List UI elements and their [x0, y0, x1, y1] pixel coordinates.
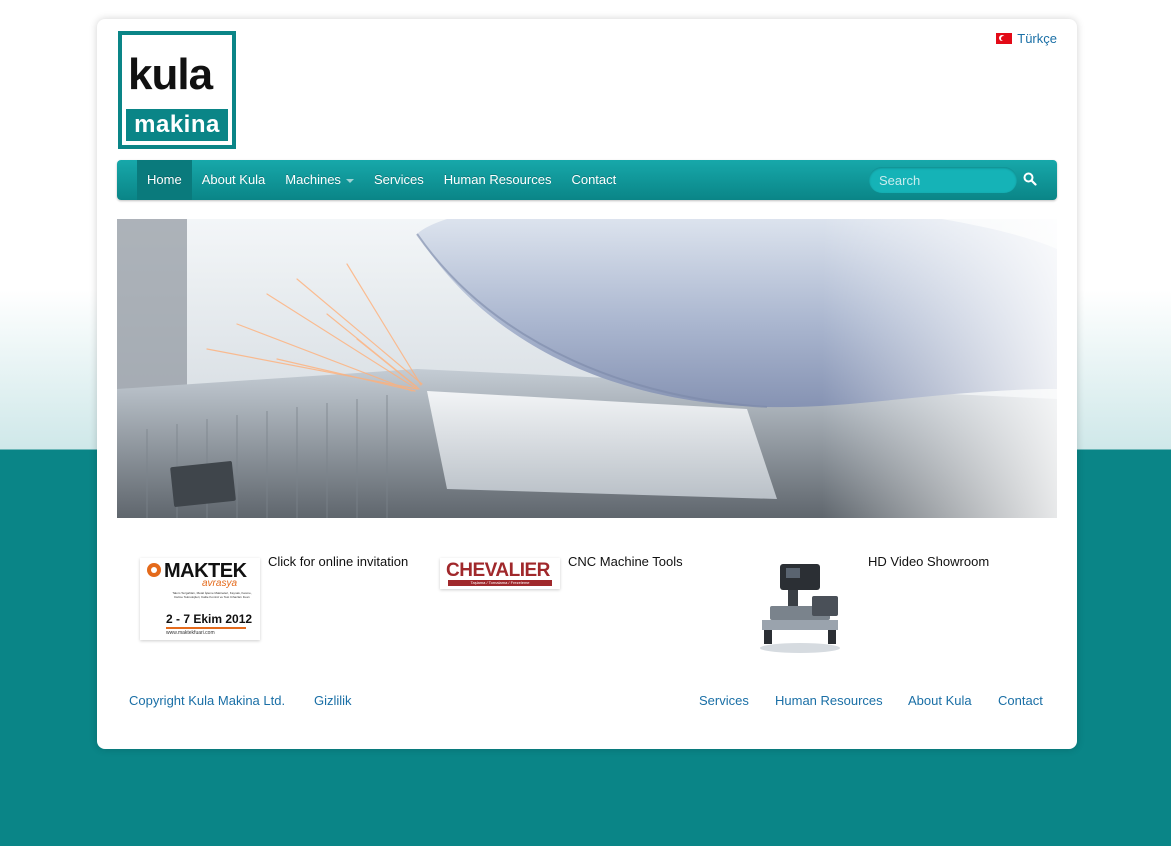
nav-item-label: Contact	[571, 172, 617, 187]
nav-item-label: About Kula	[201, 172, 266, 187]
logo-text-makina: makina	[126, 109, 228, 141]
privacy-link[interactable]: Gizlilik	[314, 693, 352, 708]
footer-link-services[interactable]: Services	[699, 693, 749, 708]
nav-item-label: Services	[373, 172, 424, 187]
nav-item-label: Human Resources	[443, 172, 552, 187]
feature-label-cnc[interactable]: CNC Machine Tools	[568, 554, 683, 569]
footer-link-human-resources[interactable]: Human Resources	[775, 693, 883, 708]
maktek-dates-text: 2 - 7 Ekim 2012	[166, 612, 253, 626]
hero-grinding-illustration	[117, 219, 1057, 518]
nav-item-machines[interactable]: Machines	[275, 160, 364, 200]
maktek-subbrand-text: avrasya	[202, 578, 238, 589]
language-switch-link[interactable]: Türkçe	[996, 31, 1057, 46]
nav-item-about-kula[interactable]: About Kula	[192, 160, 276, 200]
turkish-flag-icon	[996, 33, 1013, 44]
footer-link-about-kula[interactable]: About Kula	[908, 693, 972, 708]
machine-camera-rig-icon	[740, 554, 860, 656]
language-label: Türkçe	[1017, 31, 1057, 46]
feature-label-hd-video[interactable]: HD Video Showroom	[868, 554, 989, 569]
nav-item-label: Machines	[285, 172, 341, 187]
chevalier-tagline-text: Taşlama / Tornalama / Frezeleme	[448, 580, 552, 586]
nav-item-contact[interactable]: Contact	[561, 160, 626, 200]
hd-video-thumbnail[interactable]	[740, 554, 860, 656]
chevalier-brand-text: CHEVALIER	[446, 560, 550, 581]
kula-makina-logo[interactable]: kula makina	[118, 31, 236, 149]
chevalier-thumbnail[interactable]: CHEVALIER Taşlama / Tornalama / Frezelem…	[440, 558, 560, 589]
feature-hd-video: HD Video Showroom	[717, 554, 1057, 664]
maktek-orange-rule	[166, 627, 246, 629]
nav-item-human-resources[interactable]: Human Resources	[434, 160, 562, 200]
main-navbar: Home About Kula Machines Services Human …	[117, 160, 1057, 200]
nav-item-label: Home	[147, 172, 182, 187]
logo-text-kula: kula	[128, 50, 213, 99]
nav-item-services[interactable]: Services	[364, 160, 434, 200]
maktek-invitation-thumbnail[interactable]: MAKTEK avrasya Takım Tezgahları, Metal İ…	[140, 558, 260, 640]
caret-down-icon	[345, 179, 354, 183]
search-input[interactable]	[869, 167, 1017, 193]
footer-link-contact[interactable]: Contact	[998, 693, 1043, 708]
hero-banner-grinding-machine	[117, 219, 1057, 518]
search-box	[869, 167, 1017, 193]
page-container: kula makina Türkçe Home About Kula Machi…	[97, 19, 1077, 749]
page-footer: Copyright Kula Makina Ltd. Gizlilik Serv…	[117, 693, 1057, 713]
copyright-link[interactable]: Copyright Kula Makina Ltd.	[129, 693, 285, 708]
feature-maktek: MAKTEK avrasya Takım Tezgahları, Metal İ…	[117, 554, 417, 664]
features-row: MAKTEK avrasya Takım Tezgahları, Metal İ…	[117, 554, 1057, 664]
maktek-url-text: www.maktekfuari.com	[166, 630, 215, 636]
nav-item-home[interactable]: Home	[137, 160, 192, 200]
feature-chevalier: CHEVALIER Taşlama / Tornalama / Frezelem…	[417, 554, 717, 664]
search-icon[interactable]	[1023, 172, 1037, 186]
feature-label-invitation[interactable]: Click for online invitation	[268, 554, 408, 569]
maktek-fineprint-text: Takım Tezgahları, Metal İşleme Makineler…	[172, 591, 252, 599]
